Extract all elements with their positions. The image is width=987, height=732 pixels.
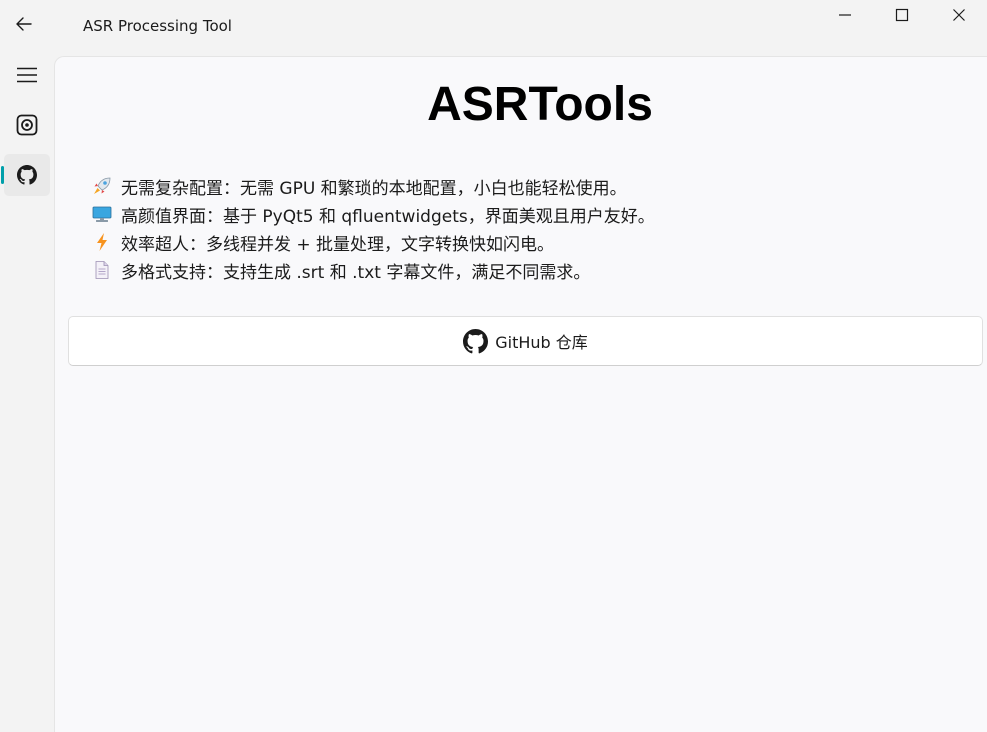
close-button[interactable] (930, 0, 987, 30)
close-icon (952, 9, 965, 21)
github-icon (463, 328, 489, 353)
github-icon (17, 165, 37, 185)
maximize-icon (895, 8, 908, 22)
feature-text: 无需复杂配置：无需 GPU 和繁琐的本地配置，小白也能轻松使用。 (121, 178, 627, 199)
computer-icon (91, 203, 113, 225)
title-bar: ASR Processing Tool (0, 0, 987, 48)
document-icon (91, 259, 113, 281)
minimize-button[interactable] (816, 0, 873, 30)
page-title: ASRTools (427, 78, 653, 131)
feature-list: 无需复杂配置：无需 GPU 和繁琐的本地配置，小白也能轻松使用。 高颜值界面：基… (91, 172, 655, 284)
nav-menu-button[interactable] (4, 54, 50, 96)
feature-item: 高颜值界面：基于 PyQt5 和 qfluentwidgets，界面美观且用户友… (91, 200, 655, 228)
feature-item: 多格式支持：支持生成 .srt 和 .txt 字幕文件，满足不同需求。 (91, 256, 655, 284)
content-panel: ASRTools 无需复杂配置：无需 GPU 和繁琐的本地配置，小白也能轻松使用… (54, 56, 987, 732)
window-controls (816, 0, 987, 30)
menu-icon (17, 67, 37, 83)
arrow-left-icon (16, 17, 32, 31)
app-window: ASR Processing Tool ASRTools 无需复杂配置：无需 G… (0, 0, 987, 732)
feature-text: 高颜值界面：基于 PyQt5 和 qfluentwidgets，界面美观且用户友… (121, 206, 655, 227)
lightning-icon (91, 231, 113, 253)
record-icon (16, 114, 38, 136)
rocket-icon (91, 175, 113, 197)
feature-item: 效率超人：多线程并发 + 批量处理，文字转换快如闪电。 (91, 228, 655, 256)
window-title: ASR Processing Tool (83, 17, 232, 35)
feature-text: 效率超人：多线程并发 + 批量处理，文字转换快如闪电。 (121, 234, 555, 255)
nav-item-github[interactable] (1, 154, 50, 196)
nav-item-record[interactable] (4, 104, 50, 146)
github-button-label: GitHub 仓库 (495, 333, 588, 352)
github-repo-button[interactable]: GitHub 仓库 (68, 316, 983, 366)
minimize-icon (838, 14, 851, 16)
selection-indicator (1, 166, 4, 184)
maximize-button[interactable] (873, 0, 930, 30)
feature-text: 多格式支持：支持生成 .srt 和 .txt 字幕文件，满足不同需求。 (121, 262, 591, 283)
feature-item: 无需复杂配置：无需 GPU 和繁琐的本地配置，小白也能轻松使用。 (91, 172, 655, 200)
nav-sidebar (0, 48, 54, 732)
back-button[interactable] (4, 4, 44, 44)
